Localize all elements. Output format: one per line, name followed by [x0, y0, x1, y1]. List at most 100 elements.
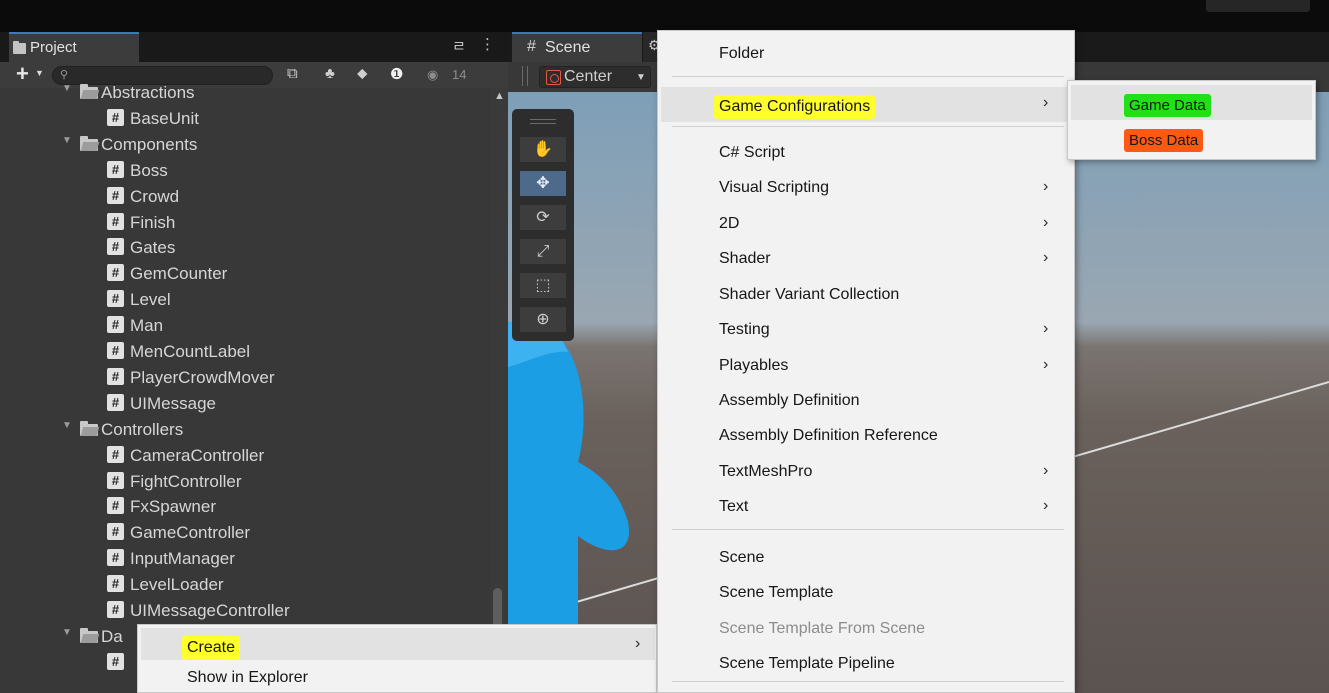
- menu-item-assembly-definition[interactable]: Assembly Definition: [661, 384, 1071, 419]
- menu-item-c-script[interactable]: C# Script: [661, 136, 1071, 171]
- pivot-mode-dropdown[interactable]: Center ▼: [539, 66, 651, 88]
- menu-separator: [672, 529, 1064, 530]
- script-row[interactable]: # FightController: [0, 469, 490, 491]
- chevron-right-icon: ›: [1043, 320, 1049, 337]
- csharp-script-icon: #: [107, 446, 124, 463]
- folder-icon: [80, 136, 98, 151]
- tools-grip[interactable]: [530, 119, 556, 124]
- menu-item-boss-data[interactable]: Boss Data: [1071, 120, 1312, 155]
- script-row[interactable]: # BaseUnit: [0, 106, 490, 128]
- menu-item-text[interactable]: Text ›: [661, 490, 1071, 525]
- lock-icon[interactable]: ㄹ: [452, 35, 466, 56]
- expand-arrow-icon[interactable]: ▼: [62, 627, 72, 638]
- menu-item-testing[interactable]: Testing ›: [661, 313, 1071, 348]
- menu-item-playables[interactable]: Playables ›: [661, 349, 1071, 384]
- chevron-right-icon: ›: [1043, 497, 1049, 514]
- pivot-mode-label: Center: [564, 68, 613, 85]
- chevron-right-icon: ›: [1043, 178, 1049, 195]
- menu-item-create[interactable]: Create ›: [141, 628, 655, 660]
- menu-separator: [672, 126, 1064, 127]
- menu-item-scene-template-pipeline[interactable]: Scene Template Pipeline: [661, 647, 1071, 682]
- menu-item-label: Game Data: [1124, 94, 1211, 117]
- script-row[interactable]: # Level: [0, 287, 490, 309]
- scene-tab[interactable]: # Scene: [512, 32, 642, 62]
- chevron-right-icon: ›: [1043, 214, 1049, 231]
- rect-tool-icon[interactable]: ⬚: [520, 273, 566, 299]
- hand-tool-icon[interactable]: ✋: [520, 137, 566, 163]
- script-row[interactable]: # LevelLoader: [0, 572, 490, 594]
- expand-arrow-icon[interactable]: ▼: [62, 420, 72, 431]
- csharp-script-icon: #: [107, 601, 124, 618]
- script-label: UIMessage: [130, 394, 216, 413]
- menu-item-label: Boss Data: [1124, 129, 1204, 152]
- menu-item-label: Shader: [719, 250, 771, 267]
- menu-item-game-data[interactable]: Game Data: [1071, 85, 1312, 120]
- folder-icon: [80, 84, 98, 99]
- project-panel: Project ㄹ ⋮ + ▼ ⚲ ⧉ ♣ ⬥ ❶ ◉ 14 ▼ Abstract…: [0, 32, 508, 693]
- script-label: FightController: [130, 472, 242, 491]
- expand-arrow-icon[interactable]: ▼: [62, 83, 72, 94]
- script-row[interactable]: # PlayerCrowdMover: [0, 365, 490, 387]
- scene-tools-overlay: ✋ ✥ ⟳ ⤢ ⬚ ⊕: [512, 109, 574, 341]
- script-label: GameController: [130, 523, 250, 542]
- menu-item-scene-template[interactable]: Scene Template: [661, 576, 1071, 611]
- script-row[interactable]: # InputManager: [0, 546, 490, 568]
- menu-item-label: Assembly Definition: [719, 392, 860, 409]
- menu-item-label: Create: [182, 636, 241, 660]
- menu-item-label: Playables: [719, 357, 789, 374]
- script-row[interactable]: # Man: [0, 313, 490, 335]
- script-row[interactable]: # UIMessageController: [0, 598, 490, 620]
- kebab-menu-icon[interactable]: ⋮: [480, 35, 495, 53]
- menu-item-game-configurations[interactable]: Game Configurations ›: [661, 87, 1071, 122]
- scroll-up-icon[interactable]: ▲: [494, 90, 505, 102]
- script-label: BaseUnit: [130, 109, 199, 128]
- script-row[interactable]: # GemCounter: [0, 261, 490, 283]
- menu-item-label: Visual Scripting: [719, 179, 829, 196]
- menu-item-textmeshpro[interactable]: TextMeshPro ›: [661, 455, 1071, 490]
- project-tab[interactable]: Project: [9, 32, 139, 62]
- script-label: Finish: [130, 213, 176, 232]
- script-row[interactable]: # Gates: [0, 235, 490, 257]
- menu-item-folder[interactable]: Folder: [661, 37, 1071, 72]
- menu-item-label: Shader Variant Collection: [719, 286, 900, 303]
- folder-row[interactable]: ▼ Controllers: [0, 417, 490, 439]
- chevron-right-icon: ›: [1043, 249, 1049, 266]
- expand-arrow-icon[interactable]: ▼: [62, 135, 72, 146]
- script-label: Boss: [130, 161, 168, 180]
- menu-item-scene[interactable]: Scene: [661, 541, 1071, 576]
- menu-item-show-in-explorer[interactable]: Show in Explorer: [141, 661, 655, 693]
- folder-row[interactable]: ▼ Components: [0, 132, 490, 154]
- game-configurations-submenu: Game Data Boss Data: [1067, 80, 1316, 160]
- folder-icon: [80, 421, 98, 436]
- scale-tool-icon[interactable]: ⤢: [520, 239, 566, 265]
- menu-item-shader-variant-collection[interactable]: Shader Variant Collection: [661, 278, 1071, 313]
- rotate-tool-icon[interactable]: ⟳: [520, 205, 566, 231]
- script-row[interactable]: # MenCountLabel: [0, 339, 490, 361]
- menu-item-visual-scripting[interactable]: Visual Scripting ›: [661, 171, 1071, 206]
- script-row[interactable]: # UIMessage: [0, 391, 490, 413]
- chevron-right-icon: ›: [1043, 94, 1049, 111]
- folder-row[interactable]: ▼ Abstractions: [0, 80, 490, 102]
- script-row[interactable]: # Boss: [0, 158, 490, 180]
- chevron-down-icon[interactable]: ▼: [35, 68, 44, 78]
- toolbar-grip[interactable]: [522, 66, 528, 86]
- transform-tool-icon[interactable]: ⊕: [520, 307, 566, 333]
- script-label: Level: [130, 290, 171, 309]
- script-label: GemCounter: [130, 264, 228, 283]
- window-controls[interactable]: [1206, 0, 1310, 12]
- script-label: CameraController: [130, 446, 265, 465]
- menu-item-2d[interactable]: 2D ›: [661, 207, 1071, 242]
- menu-item-assembly-definition-reference[interactable]: Assembly Definition Reference: [661, 419, 1071, 454]
- menu-item-label: Game Configurations: [714, 95, 876, 119]
- script-row[interactable]: # Finish: [0, 210, 490, 232]
- menu-item-shader[interactable]: Shader ›: [661, 242, 1071, 277]
- menu-item-scene-template-from-scene: Scene Template From Scene: [661, 612, 1071, 647]
- script-row[interactable]: # GameController: [0, 520, 490, 542]
- script-row[interactable]: # CameraController: [0, 443, 490, 465]
- project-scrollbar[interactable]: ▲: [490, 88, 508, 693]
- script-row[interactable]: # Crowd: [0, 184, 490, 206]
- menu-item-label: Testing: [719, 321, 770, 338]
- menu-item-label: Text: [719, 498, 749, 515]
- script-row[interactable]: # FxSpawner: [0, 494, 490, 516]
- move-tool-icon[interactable]: ✥: [520, 171, 566, 197]
